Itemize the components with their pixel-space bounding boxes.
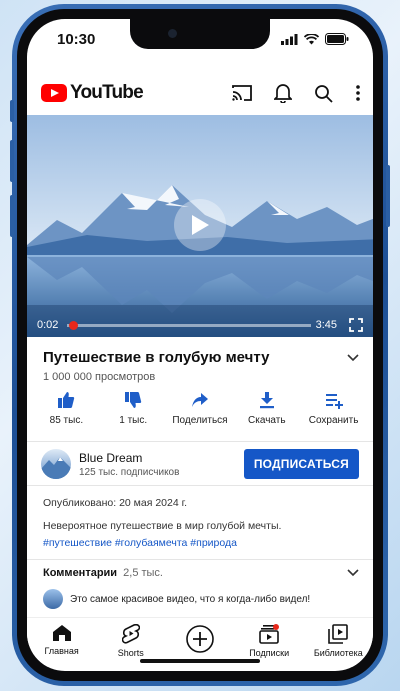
duration: 3:45 xyxy=(315,319,337,331)
dislike-button[interactable]: 1 тыс. xyxy=(103,391,163,439)
home-indicator[interactable] xyxy=(140,659,260,663)
channel-info: Blue Dream 125 тыс. подписчиков xyxy=(79,451,179,478)
signal-icon xyxy=(281,33,298,45)
top-comment: Это самое красивое видео, что я когда-ли… xyxy=(43,589,359,609)
share-icon xyxy=(191,393,208,407)
channel-row: Blue Dream 125 тыс. подписчиков ПОДПИСАТ… xyxy=(41,445,359,483)
screen: 10:30 YouTube 0:02 3:45 Путешествие в го… xyxy=(27,19,373,671)
nav-create[interactable] xyxy=(170,624,230,654)
commenter-avatar xyxy=(43,589,63,609)
more-vert-icon[interactable] xyxy=(355,84,361,102)
subscribe-button[interactable]: ПОДПИСАТЬСЯ xyxy=(243,449,359,479)
nav-library[interactable]: Библиотека xyxy=(308,624,368,658)
shorts-icon xyxy=(121,624,140,644)
like-count: 85 тыс. xyxy=(49,415,84,426)
description-text: Невероятное путешествие в мир голубой ме… xyxy=(43,520,282,533)
channel-avatar[interactable] xyxy=(41,449,71,479)
volume-down-button xyxy=(10,195,14,237)
front-camera xyxy=(168,29,177,38)
progress-bar[interactable] xyxy=(67,321,311,330)
hashtags[interactable]: #путешествие #голубаямечта #природа xyxy=(43,535,359,551)
volume-up-button xyxy=(10,140,14,182)
nav-subscriptions-label: Подписки xyxy=(249,648,290,658)
publish-date: Опубликовано: 20 мая 2024 г. xyxy=(43,497,188,509)
nav-home-label: Главная xyxy=(44,646,79,656)
video-title: Путешествие в голубую мечту xyxy=(43,349,270,366)
view-count: 1 000 000 просмотров xyxy=(43,371,156,383)
subscriptions-icon xyxy=(259,624,280,644)
cast-icon[interactable] xyxy=(232,84,252,102)
save-button[interactable]: Сохранить xyxy=(304,391,364,439)
nav-library-label: Библиотека xyxy=(313,648,363,658)
channel-name[interactable]: Blue Dream xyxy=(79,451,179,465)
status-time: 10:30 xyxy=(57,30,96,48)
nav-shorts[interactable]: Shorts xyxy=(101,624,161,658)
share-button[interactable]: Поделиться xyxy=(170,391,230,439)
play-icon xyxy=(192,215,209,235)
chevron-down-icon[interactable] xyxy=(347,569,359,577)
notch xyxy=(130,19,270,49)
save-label: Сохранить xyxy=(308,415,359,426)
search-icon[interactable] xyxy=(314,84,333,103)
bell-icon[interactable] xyxy=(274,83,292,103)
mountain-avatar-icon xyxy=(41,457,71,479)
play-button[interactable] xyxy=(174,199,226,251)
youtube-logo-text: YouTube xyxy=(70,82,144,103)
comment-text: Это самое красивое видео, что я когда-ли… xyxy=(70,593,311,605)
save-playlist-icon xyxy=(325,394,343,409)
video-actions: 85 тыс. 1 тыс. Поделиться Скачать Сохран… xyxy=(33,391,367,439)
divider xyxy=(27,441,373,442)
nav-subscriptions[interactable]: Подписки xyxy=(239,624,299,658)
subscriber-count: 125 тыс. подписчиков xyxy=(79,466,180,478)
home-icon xyxy=(52,625,71,641)
video-player[interactable]: 0:02 3:45 xyxy=(27,115,373,337)
header-actions xyxy=(232,83,361,103)
phone-bezel: 10:30 YouTube 0:02 3:45 Путешествие в го… xyxy=(17,9,383,681)
youtube-logo[interactable]: YouTube xyxy=(41,82,144,104)
download-icon xyxy=(259,392,274,409)
create-plus-icon xyxy=(186,625,214,653)
thumb-down-icon xyxy=(125,392,142,408)
status-icons xyxy=(281,33,349,45)
comments-title: Комментарии xyxy=(43,567,118,579)
comments-section[interactable]: Комментарии 2,5 тыс. Это самое красивое … xyxy=(43,567,359,609)
power-button xyxy=(386,165,390,227)
library-icon xyxy=(328,624,349,644)
wifi-icon xyxy=(304,33,319,44)
phone-frame: 10:30 YouTube 0:02 3:45 Путешествие в го… xyxy=(12,4,388,686)
download-button[interactable]: Скачать xyxy=(237,391,297,439)
nav-home[interactable]: Главная xyxy=(32,624,92,656)
youtube-logo-icon xyxy=(41,84,67,102)
dislike-count: 1 тыс. xyxy=(119,415,148,426)
comments-count: 2,5 тыс. xyxy=(123,567,163,579)
thumb-up-icon xyxy=(58,392,75,408)
like-button[interactable]: 85 тыс. xyxy=(36,391,96,439)
comments-header: Комментарии 2,5 тыс. xyxy=(43,567,359,579)
nav-shorts-label: Shorts xyxy=(117,648,144,658)
video-title-row[interactable]: Путешествие в голубую мечту xyxy=(43,349,359,366)
chevron-down-icon[interactable] xyxy=(347,353,359,362)
divider xyxy=(27,485,373,486)
description-box[interactable]: Опубликовано: 20 мая 2024 г. Невероятное… xyxy=(43,495,359,551)
current-time: 0:02 xyxy=(37,319,59,331)
youtube-header: YouTube xyxy=(27,73,373,113)
fullscreen-icon[interactable] xyxy=(349,318,363,332)
share-label: Поделиться xyxy=(172,415,228,426)
mute-switch xyxy=(10,100,14,122)
divider xyxy=(27,559,373,560)
download-label: Скачать xyxy=(248,415,286,426)
battery-icon xyxy=(325,33,349,45)
